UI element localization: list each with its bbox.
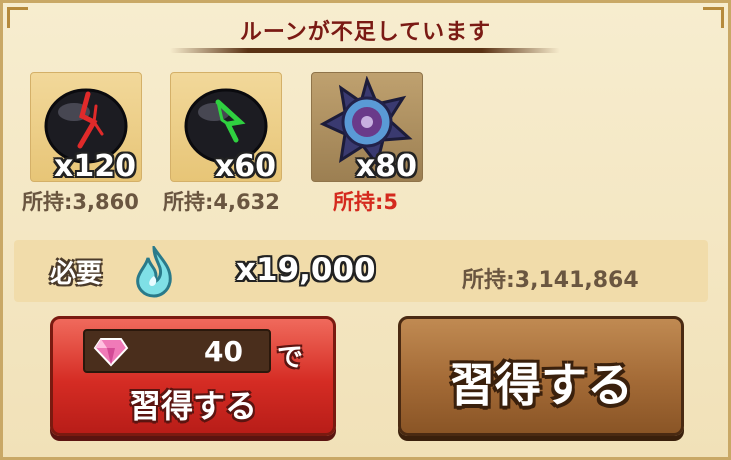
learn-with-gems-button[interactable]: 40 で 習得する — [50, 316, 336, 436]
item-owned-count: 所持:3,860 — [22, 190, 139, 214]
gem-cost: 40 — [204, 335, 243, 368]
item-owned-count: 所持:4,632 — [163, 190, 280, 214]
required-label: 必要 — [50, 259, 103, 289]
item-quantity: x80 — [355, 149, 417, 184]
item-quantity: x60 — [214, 149, 276, 184]
gem-cost-box: 40 — [83, 329, 271, 373]
required-quantity: x19,000 — [236, 252, 376, 288]
gem-cost-suffix: で — [277, 343, 304, 373]
diamond-icon — [93, 338, 129, 367]
title-underline — [170, 48, 560, 53]
learn-button-label: 習得する — [449, 358, 633, 412]
item-quantity: x120 — [54, 149, 136, 184]
required-owned-count: 所持:3,141,864 — [462, 268, 639, 293]
blue-flame-icon — [136, 246, 172, 298]
learn-button[interactable]: 習得する — [398, 316, 684, 436]
item-owned-count-insufficient: 所持:5 — [333, 190, 399, 214]
dialog-title: ルーンが不足しています — [239, 20, 492, 45]
rune-item-green: x60 — [170, 72, 282, 184]
rune-item-medal: x80 — [311, 72, 423, 184]
learn-with-gems-label: 習得する — [128, 387, 257, 425]
rune-item-red: x120 — [30, 72, 142, 184]
